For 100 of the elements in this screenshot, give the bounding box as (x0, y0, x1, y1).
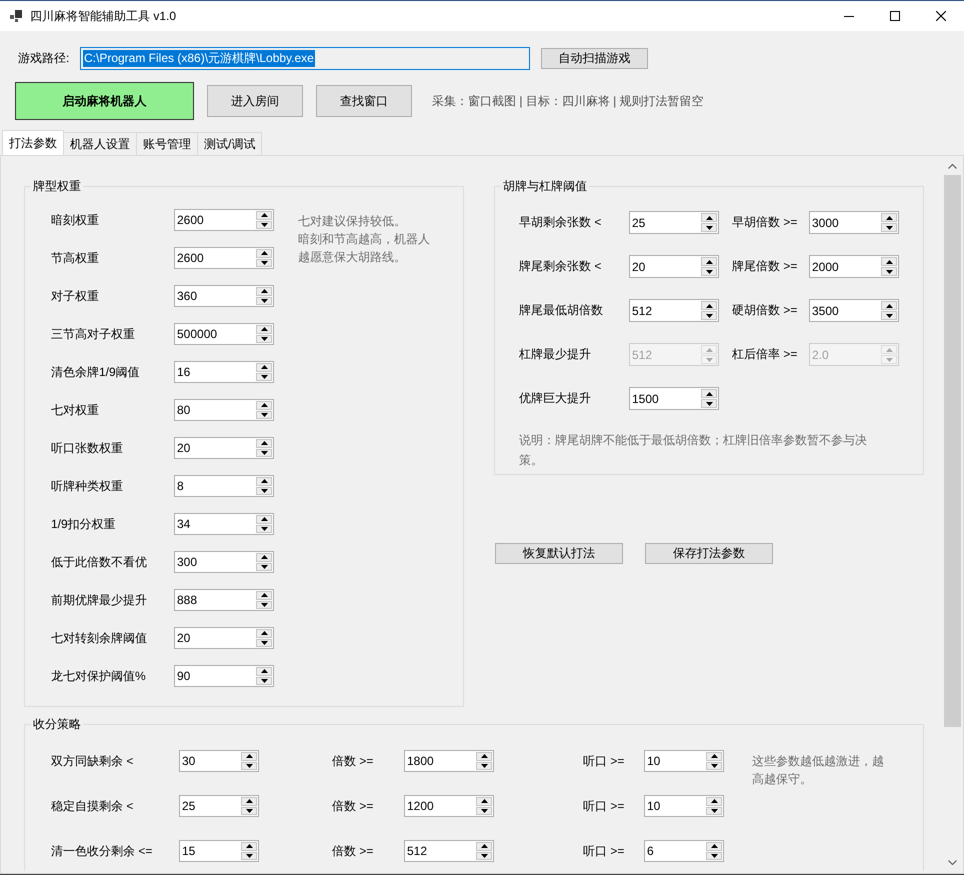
number-field[interactable]: 3000 (809, 211, 899, 234)
spin-up-button[interactable] (706, 752, 722, 760)
number-field[interactable]: 8 (174, 475, 274, 497)
spin-down-button[interactable] (706, 852, 722, 860)
spin-down-button[interactable] (881, 267, 897, 276)
spin-up-button[interactable] (881, 213, 897, 222)
number-field[interactable]: 90 (174, 665, 274, 687)
spin-up-button[interactable] (256, 287, 272, 296)
spin-down-button[interactable] (256, 448, 272, 457)
start-button[interactable]: 启动麻将机器人 (15, 82, 194, 120)
action-button[interactable]: 查找窗口 (316, 85, 412, 117)
number-field[interactable]: 15 (179, 840, 259, 862)
spin-down-button[interactable] (701, 267, 717, 276)
panel-button[interactable]: 恢复默认打法 (495, 543, 623, 564)
spin-down-button[interactable] (706, 762, 722, 770)
spin-up-button[interactable] (706, 797, 722, 806)
spin-down-button[interactable] (701, 311, 717, 320)
number-field[interactable]: 6 (644, 840, 724, 862)
number-field[interactable]: 3500 (809, 299, 899, 322)
spin-up-button[interactable] (701, 389, 717, 398)
number-field[interactable]: 2000 (809, 255, 899, 278)
spin-down-button[interactable] (256, 524, 272, 533)
spin-up-button[interactable] (256, 363, 272, 372)
spin-up-button[interactable] (241, 842, 257, 850)
spin-down-button[interactable] (701, 399, 717, 408)
spin-down-button[interactable] (241, 762, 257, 770)
spin-down-button[interactable] (476, 852, 492, 860)
spin-up-button[interactable] (881, 301, 897, 310)
spin-down-button[interactable] (701, 223, 717, 232)
tab[interactable]: 测试/调试 (197, 132, 262, 155)
spin-down-button[interactable] (256, 372, 272, 381)
spin-up-button[interactable] (256, 211, 272, 220)
spin-down-button[interactable] (256, 258, 272, 267)
number-field[interactable]: 1800 (404, 750, 494, 772)
spin-down-button[interactable] (881, 223, 897, 232)
number-field[interactable]: 34 (174, 513, 274, 535)
path-field[interactable]: C:\Program Files (x86)\元游棋牌\Lobby.exe (80, 47, 530, 70)
action-button[interactable]: 进入房间 (207, 85, 303, 117)
spin-down-button[interactable] (241, 806, 257, 815)
spin-up-button[interactable] (881, 257, 897, 266)
field-label: 稳定自摸剩余 < (51, 798, 134, 815)
scrollbar-thumb[interactable] (944, 175, 961, 727)
scan-button[interactable]: 自动扫描游戏 (541, 48, 648, 69)
spin-down-button[interactable] (256, 410, 272, 419)
number-field[interactable]: 10 (644, 795, 724, 817)
spin-up-button[interactable] (256, 477, 272, 486)
spin-up-button[interactable] (701, 257, 717, 266)
spin-up-button[interactable] (256, 325, 272, 334)
number-field[interactable]: 25 (629, 211, 719, 234)
number-field[interactable]: 888 (174, 589, 274, 611)
spin-up-button[interactable] (256, 515, 272, 524)
spin-up-button[interactable] (256, 553, 272, 562)
spin-down-button[interactable] (256, 334, 272, 343)
number-field[interactable]: 1200 (404, 795, 494, 817)
spin-down-button[interactable] (256, 296, 272, 305)
spin-down-button[interactable] (476, 806, 492, 815)
spin-up-button[interactable] (241, 797, 257, 806)
number-field[interactable]: 16 (174, 361, 274, 383)
spin-up-button[interactable] (256, 667, 272, 676)
number-field[interactable]: 20 (174, 437, 274, 459)
number-field[interactable]: 20 (174, 627, 274, 649)
spin-up-button[interactable] (256, 439, 272, 448)
spin-down-button[interactable] (881, 311, 897, 320)
number-field[interactable]: 512 (629, 299, 719, 322)
chevron-up-icon[interactable] (948, 164, 957, 169)
spin-up-button[interactable] (701, 213, 717, 222)
spin-down-button[interactable] (256, 638, 272, 647)
panel-button[interactable]: 保存打法参数 (645, 543, 773, 564)
spin-down-button[interactable] (256, 676, 272, 685)
number-field[interactable]: 500000 (174, 323, 274, 345)
spin-up-button[interactable] (476, 842, 492, 850)
spin-up-button[interactable] (256, 401, 272, 410)
number-field[interactable]: 512 (404, 840, 494, 862)
spin-down-button[interactable] (706, 806, 722, 815)
spin-down-button[interactable] (476, 762, 492, 770)
spin-up-button[interactable] (241, 752, 257, 760)
number-field[interactable]: 25 (179, 795, 259, 817)
spin-up-button[interactable] (256, 629, 272, 638)
number-field[interactable]: 30 (179, 750, 259, 772)
spin-up-button[interactable] (706, 842, 722, 850)
spin-up-button[interactable] (476, 752, 492, 760)
number-field[interactable]: 10 (644, 750, 724, 772)
number-field[interactable]: 300 (174, 551, 274, 573)
spin-down-button[interactable] (256, 562, 272, 571)
spin-down-button[interactable] (241, 852, 257, 860)
spin-up-button[interactable] (256, 591, 272, 600)
spin-down-button[interactable] (256, 220, 272, 229)
spin-up-button[interactable] (701, 301, 717, 310)
tab[interactable]: 打法参数 (2, 130, 64, 155)
spin-down-button[interactable] (256, 486, 272, 495)
number-field[interactable]: 1500 (629, 387, 719, 410)
number-field[interactable]: 2600 (174, 209, 274, 231)
spin-up-button[interactable] (476, 797, 492, 806)
number-field[interactable]: 20 (629, 255, 719, 278)
spin-down-button[interactable] (256, 600, 272, 609)
number-field[interactable]: 2600 (174, 247, 274, 269)
number-field[interactable]: 360 (174, 285, 274, 307)
chevron-down-icon[interactable] (948, 860, 957, 865)
number-field[interactable]: 80 (174, 399, 274, 421)
spin-up-button[interactable] (256, 249, 272, 258)
